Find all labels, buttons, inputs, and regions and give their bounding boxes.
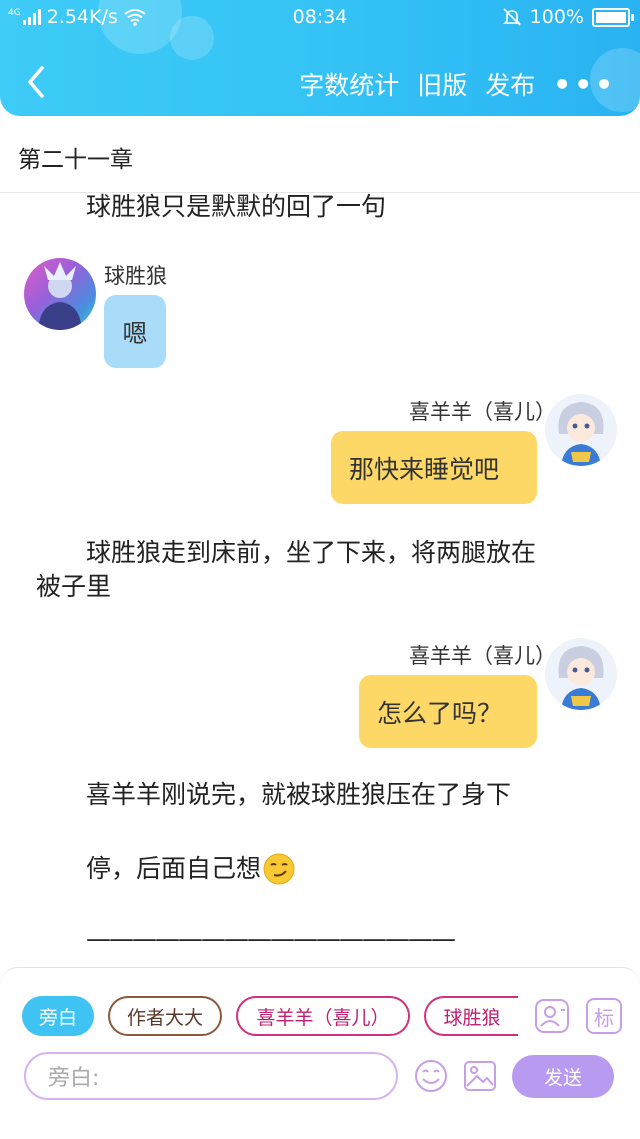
tag-icon[interactable]: 标 [586, 998, 622, 1034]
old-version-button[interactable]: 旧版 [417, 66, 467, 102]
avatar-image [558, 402, 604, 466]
role-chip-author[interactable]: 作者大大 [108, 996, 222, 1036]
chapter-title: 第二十一章 [18, 147, 133, 173]
word-count-button[interactable]: 字数统计 [299, 66, 399, 102]
avatar-image [558, 646, 604, 710]
speaker-name: 喜羊羊（喜儿） [409, 644, 556, 668]
nav-bar: 字数统计 旧版 发布 ••• [0, 50, 640, 116]
message-input[interactable]: 旁白: [24, 1052, 398, 1100]
role-chip-narrator[interactable]: 旁白 [22, 996, 94, 1036]
narration-2-line1: 球胜狼走到床前，坐了下来，将两腿放在 [86, 538, 537, 567]
top-header: 4G 2.54K/s 08:34 100% 字数统计 旧版 发布 ••• [0, 0, 640, 116]
message-bubble[interactable]: 怎么了吗？ [359, 675, 537, 748]
speaker-name: 球胜狼 [104, 264, 167, 288]
smirk-emoji-icon [263, 853, 295, 885]
composer-panel: 旁白 作者大大 喜羊羊（喜儿） 球胜狼 标 旁白: 发送 [0, 967, 640, 1139]
narration-4-row: 停，后面自己想 [86, 850, 295, 888]
battery-icon [592, 7, 634, 27]
message-bubble[interactable]: 嗯 [104, 295, 166, 368]
narration-4: 停，后面自己想 [86, 854, 262, 883]
narration-3: 喜羊羊刚说完，就被球胜狼压在了身下 [86, 780, 512, 809]
speaker-name: 喜羊羊（喜儿） [409, 400, 556, 424]
avatar-image [38, 262, 82, 330]
back-icon[interactable] [22, 64, 52, 100]
avatar[interactable] [24, 258, 96, 330]
publish-button[interactable]: 发布 [485, 66, 535, 102]
narration-2-line2: 被子里 [36, 572, 112, 601]
avatar[interactable] [545, 638, 617, 710]
chapter-title-bar[interactable]: 第二十一章 [0, 128, 640, 193]
status-bar: 4G 2.54K/s 08:34 100% [0, 0, 640, 34]
mute-icon [502, 8, 521, 26]
message-bubble[interactable]: 那快来睡觉吧 [331, 431, 537, 504]
battery-percent: 100% [529, 6, 584, 28]
narration-1: 球胜狼只是默默的回了一句 [86, 192, 387, 221]
role-chip-qiushenglang[interactable]: 球胜狼 [424, 996, 518, 1036]
divider-line: ———————————————— [86, 924, 456, 953]
emoji-icon[interactable] [413, 1058, 449, 1094]
input-placeholder: 旁白: [48, 1066, 100, 1091]
send-button[interactable]: 发送 [512, 1055, 614, 1098]
more-icon[interactable]: ••• [553, 68, 616, 101]
role-chip-xiyangyang[interactable]: 喜羊羊（喜儿） [236, 996, 410, 1036]
image-icon[interactable] [462, 1058, 498, 1094]
avatar[interactable] [545, 394, 617, 466]
role-manage-icon[interactable] [534, 998, 570, 1034]
